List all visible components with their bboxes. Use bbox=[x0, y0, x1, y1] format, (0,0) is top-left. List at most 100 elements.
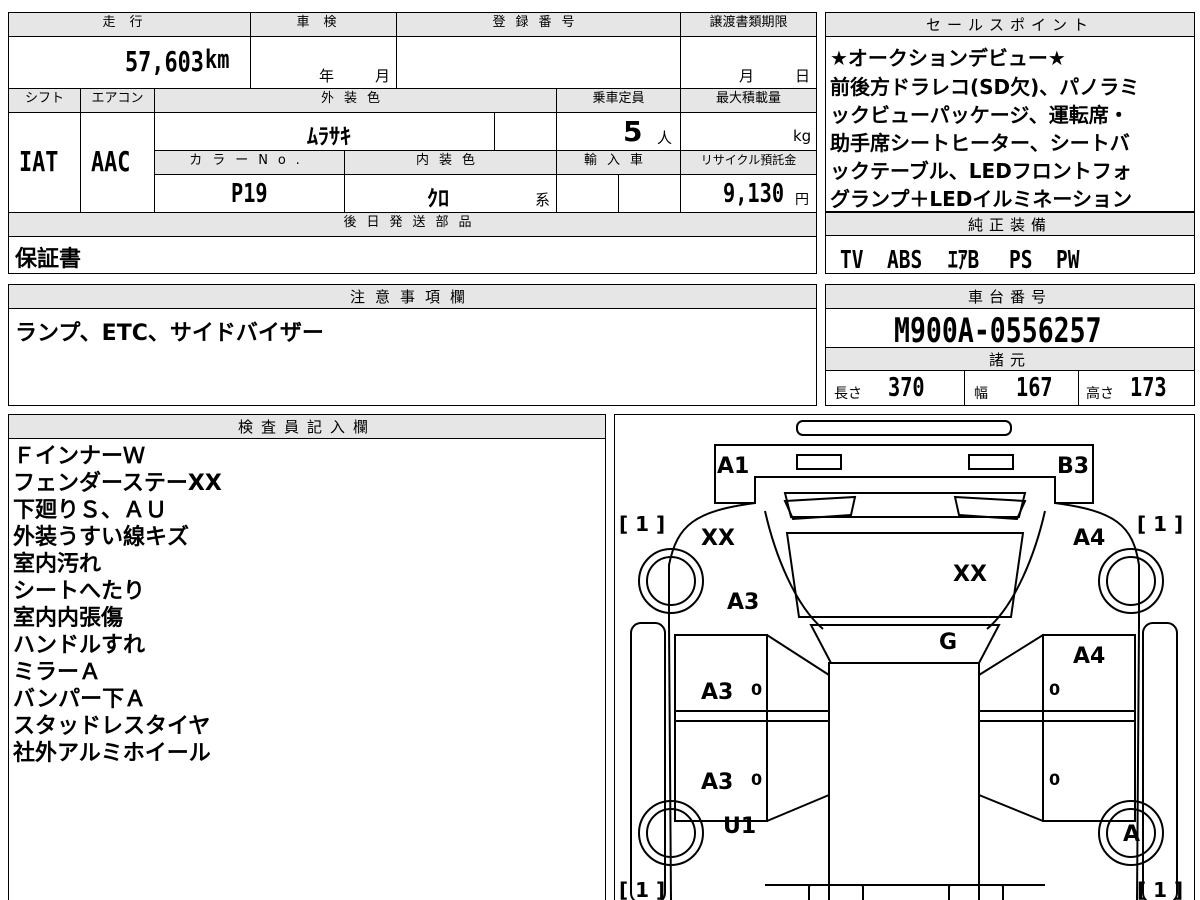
equipment-item: ABS bbox=[887, 245, 923, 274]
height-value: 173 bbox=[1130, 373, 1167, 403]
wheel-front-right-inner bbox=[1106, 556, 1156, 606]
capacity-cell: 5 人 bbox=[557, 113, 681, 151]
inspector-box: 検査員記入欄 ＦインナーＷ フェンダーステーXX 下廻りＳ、ＡＵ 外装うすい線キ… bbox=[8, 414, 606, 900]
recycle-cell: 9,130 円 bbox=[681, 175, 816, 213]
length-value: 370 bbox=[888, 373, 925, 403]
rear-bumper-left bbox=[808, 884, 864, 900]
damage-label: A3 bbox=[701, 680, 733, 705]
inspector-item: 室内内張傷 bbox=[13, 606, 124, 631]
inspector-item: 外装うすい線キズ bbox=[13, 525, 190, 550]
mileage-unit: km bbox=[205, 45, 230, 75]
width-value: 167 bbox=[1016, 373, 1053, 403]
mirror-left bbox=[630, 622, 666, 900]
wheel-front-left-inner bbox=[646, 556, 696, 606]
ac-value: AAC bbox=[91, 145, 131, 178]
headlight-left-shape bbox=[796, 454, 842, 470]
damage-label: A3 bbox=[701, 770, 733, 795]
ac-label: エアコン bbox=[81, 89, 155, 113]
damage-label: A4 bbox=[1073, 644, 1105, 669]
interior-label: 内装色 bbox=[345, 151, 557, 175]
zero-mark: 0 bbox=[751, 680, 762, 699]
zero-mark: 0 bbox=[751, 770, 762, 789]
inspector-item: スタッドレスタイヤ bbox=[13, 714, 211, 739]
transfer-cell: 月 日 bbox=[681, 37, 816, 89]
front-body-shape bbox=[714, 444, 1094, 504]
windshield-shape bbox=[785, 532, 1025, 618]
exterior-label: 外装色 bbox=[155, 89, 557, 113]
color-no-value: P19 bbox=[231, 179, 268, 209]
inspector-label: 検査員記入欄 bbox=[9, 415, 605, 439]
tire-label: [ 1 ] bbox=[619, 512, 665, 536]
recycle-label: リサイクル預託金 bbox=[681, 151, 816, 175]
maxload-cell: kg bbox=[681, 113, 816, 151]
sales-points-label: セールスポイント bbox=[826, 13, 1194, 37]
tire-label: [ 1 ] bbox=[1137, 878, 1183, 900]
inspection-cell: 年 月 bbox=[251, 37, 397, 89]
height-label: 高さ bbox=[1086, 386, 1114, 402]
transfer-month: 月 bbox=[739, 67, 755, 85]
headlight-right-shape bbox=[968, 454, 1014, 470]
transfer-day: 日 bbox=[795, 67, 811, 85]
later-parts-label: 後日発送部品 bbox=[9, 213, 816, 237]
car-diagram-box: A1 B3 XX XX A4 A3 G A4 A3 A3 U1 A [ 1 ] … bbox=[614, 414, 1195, 900]
import-cell-a bbox=[557, 175, 619, 213]
maxload-unit: kg bbox=[793, 127, 812, 145]
damage-label: XX bbox=[953, 562, 987, 587]
exterior-cell: ﾑﾗｻｷ bbox=[155, 113, 495, 151]
sales-point-line: ックビューパッケージ、運転席・ bbox=[830, 103, 1129, 127]
interior-suffix: 系 bbox=[535, 191, 551, 209]
mileage-value: 57,603 bbox=[125, 45, 204, 78]
inspector-item: 下廻りＳ、ＡＵ bbox=[13, 498, 168, 523]
vehicle-info-box: 走行 車検 登録番号 譲渡書類期限 57,603 km 年 月 月 日 シフト … bbox=[8, 12, 817, 274]
equipment-item: PW bbox=[1056, 245, 1080, 274]
a-pillar-right bbox=[986, 510, 1046, 630]
inspection-year: 年 bbox=[319, 67, 335, 85]
inspector-item: ハンドルすれ bbox=[13, 633, 146, 658]
interior-cell: ｸﾛ 系 bbox=[345, 175, 557, 213]
registration-label: 登録番号 bbox=[397, 13, 681, 37]
exterior-value: ﾑﾗｻｷ bbox=[307, 125, 352, 150]
mileage-cell: 57,603 km bbox=[9, 37, 251, 89]
seam-line bbox=[766, 794, 830, 822]
tire-label: [ 1 ] bbox=[1137, 512, 1183, 536]
car-diagram: A1 B3 XX XX A4 A3 G A4 A3 A3 U1 A [ 1 ] … bbox=[619, 420, 1183, 900]
genuine-equipment-items: TV ABS ｴｱB PS PW bbox=[840, 240, 1098, 276]
equipment-item: TV bbox=[840, 245, 864, 274]
mileage-label: 走行 bbox=[9, 13, 251, 37]
a-pillar-left bbox=[764, 510, 824, 630]
mirror-right bbox=[1142, 622, 1178, 900]
equipment-item: ｴｱB bbox=[948, 245, 980, 274]
chassis-value: M900A-0556257 bbox=[894, 311, 1102, 351]
capacity-unit: 人 bbox=[657, 129, 673, 147]
front-bumper-shape bbox=[796, 420, 1012, 436]
ac-cell: AAC bbox=[81, 113, 155, 213]
tire-label: [ 1 ] bbox=[619, 878, 665, 900]
sales-points-lines: ★オークションデビュー★ 前後方ドラレコ(SD欠)、パノラミ ックビューパッケー… bbox=[830, 43, 1192, 213]
notes-box: 注意事項欄 ランプ、ETC、サイドバイザー bbox=[8, 284, 817, 406]
length-label: 長さ bbox=[834, 386, 862, 402]
spec-divider bbox=[964, 371, 965, 405]
interior-value: ｸﾛ bbox=[427, 187, 450, 212]
cowl-shape bbox=[783, 492, 1027, 518]
specs-label: 諸元 bbox=[826, 347, 1194, 371]
seam-line bbox=[978, 634, 1044, 676]
damage-label: A1 bbox=[717, 454, 749, 479]
shift-label: シフト bbox=[9, 89, 81, 113]
later-parts-value: 保証書 bbox=[15, 247, 82, 272]
notes-label: 注意事項欄 bbox=[9, 285, 816, 309]
inspector-item: ミラーＡ bbox=[13, 660, 102, 685]
inspector-item: ＦインナーＷ bbox=[13, 444, 146, 469]
transfer-label: 譲渡書類期限 bbox=[681, 13, 816, 37]
sales-point-line: グランプ＋LEDイルミネーション bbox=[830, 187, 1133, 211]
inspector-list: ＦインナーＷ フェンダーステーXX 下廻りＳ、ＡＵ 外装うすい線キズ 室内汚れ … bbox=[13, 443, 222, 767]
chassis-box: 車台番号 M900A-0556257 諸元 長さ 370 幅 167 高さ 17… bbox=[825, 284, 1195, 406]
capacity-label: 乗車定員 bbox=[557, 89, 681, 113]
wheel-front-right bbox=[1098, 548, 1164, 614]
shift-value: IAT bbox=[19, 145, 59, 178]
rear-bumper-right bbox=[948, 884, 1004, 900]
specs-row: 長さ 370 幅 167 高さ 173 bbox=[826, 371, 1194, 405]
shift-cell: IAT bbox=[9, 113, 81, 213]
import-label: 輸入車 bbox=[557, 151, 681, 175]
inspector-item: シートへたり bbox=[13, 579, 146, 604]
genuine-equipment-box: 純正装備 TV ABS ｴｱB PS PW bbox=[825, 212, 1195, 274]
